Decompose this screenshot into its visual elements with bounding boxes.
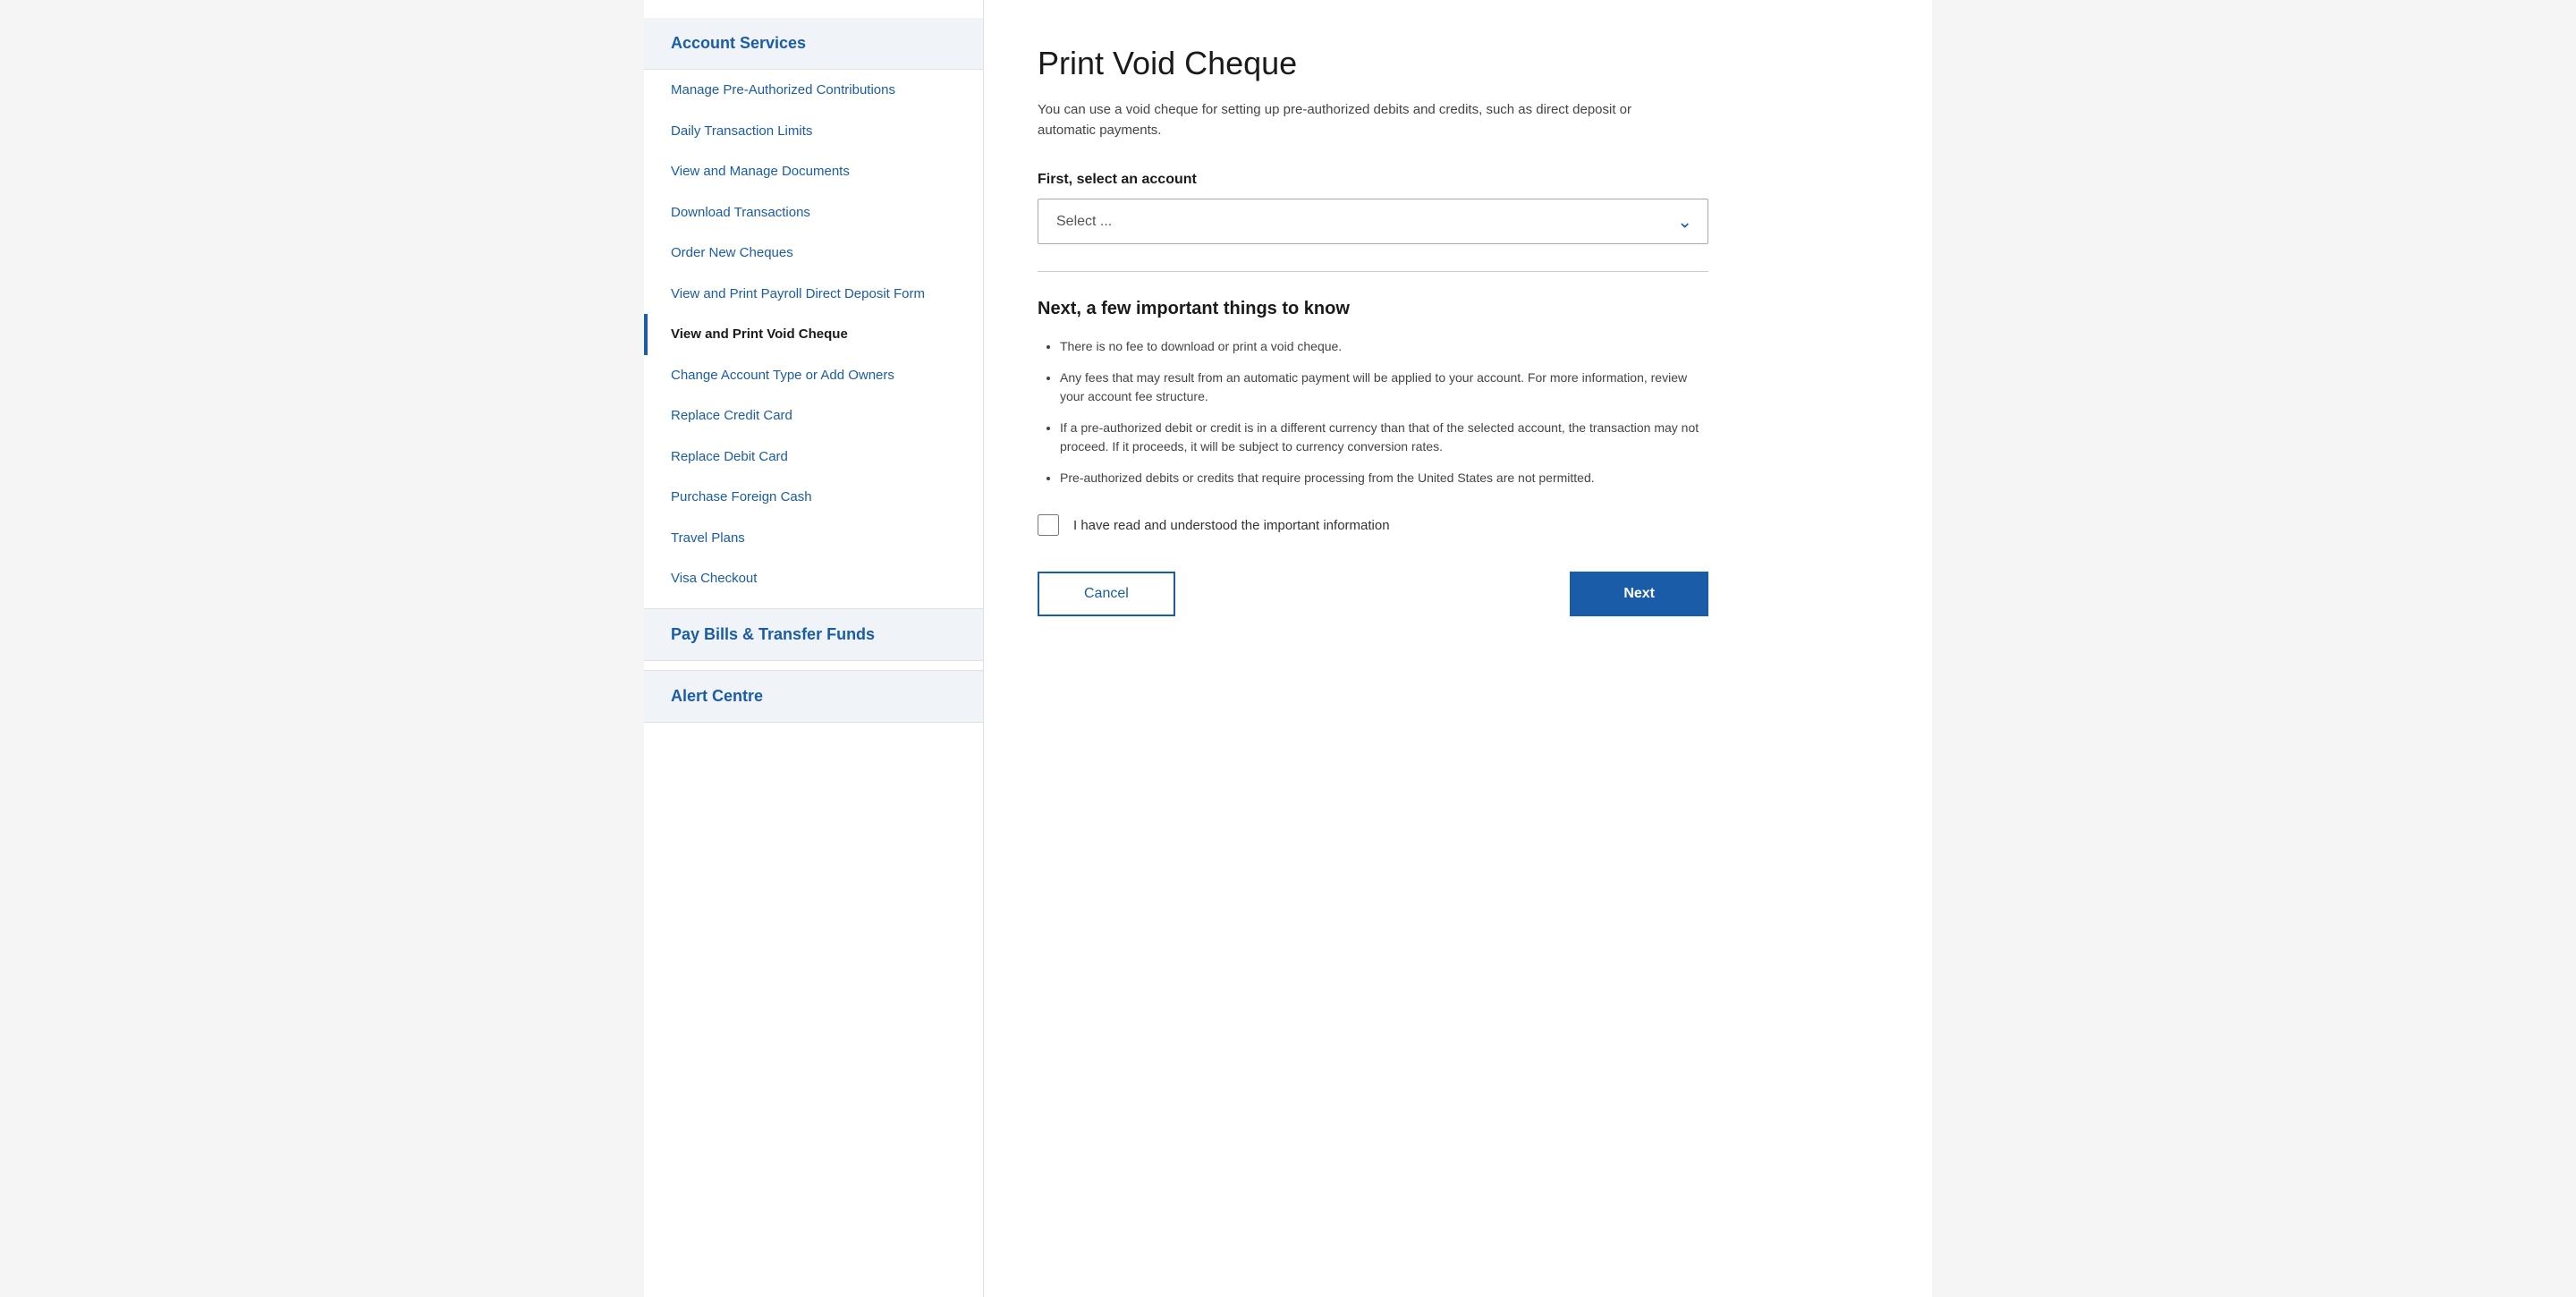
page-description: You can use a void cheque for setting up…	[1038, 100, 1664, 140]
sidebar-link-travel-plans[interactable]: Travel Plans	[644, 518, 983, 559]
bullet-list: There is no fee to download or print a v…	[1038, 337, 1708, 487]
sidebar-link-order-new-cheques[interactable]: Order New Cheques	[644, 233, 983, 274]
sidebar-nav: Manage Pre-Authorized ContributionsDaily…	[644, 70, 983, 599]
sidebar-item-daily-transaction-limits[interactable]: Daily Transaction Limits	[644, 111, 983, 152]
sidebar-link-visa-checkout[interactable]: Visa Checkout	[644, 558, 983, 599]
info-box-title: Next, a few important things to know	[1038, 299, 1708, 319]
sidebar-item-replace-credit-card[interactable]: Replace Credit Card	[644, 395, 983, 437]
sidebar-section2-title[interactable]: Pay Bills & Transfer Funds	[644, 608, 983, 661]
account-select[interactable]: Select ...	[1038, 199, 1708, 244]
sidebar-link-change-account-type[interactable]: Change Account Type or Add Owners	[644, 355, 983, 396]
account-section-label: First, select an account	[1038, 172, 1878, 188]
sidebar-item-view-print-payroll[interactable]: View and Print Payroll Direct Deposit Fo…	[644, 274, 983, 315]
bullet-item-1: Any fees that may result from an automat…	[1060, 369, 1708, 406]
sidebar-item-view-print-void-cheque[interactable]: View and Print Void Cheque	[644, 314, 983, 355]
info-box: Next, a few important things to know The…	[1038, 299, 1708, 487]
checkbox-row: I have read and understood the important…	[1038, 514, 1708, 536]
bullet-item-2: If a pre-authorized debit or credit is i…	[1060, 419, 1708, 456]
button-row: Cancel Next	[1038, 572, 1708, 616]
bullet-item-3: Pre-authorized debits or credits that re…	[1060, 469, 1708, 487]
sidebar-item-order-new-cheques[interactable]: Order New Cheques	[644, 233, 983, 274]
sidebar-item-change-account-type[interactable]: Change Account Type or Add Owners	[644, 355, 983, 396]
sidebar-link-replace-credit-card[interactable]: Replace Credit Card	[644, 395, 983, 437]
sidebar-item-view-manage-documents[interactable]: View and Manage Documents	[644, 151, 983, 192]
sidebar-item-visa-checkout[interactable]: Visa Checkout	[644, 558, 983, 599]
sidebar-item-download-transactions[interactable]: Download Transactions	[644, 192, 983, 233]
page-title: Print Void Cheque	[1038, 45, 1878, 82]
sidebar-item-travel-plans[interactable]: Travel Plans	[644, 518, 983, 559]
main-content: Print Void Cheque You can use a void che…	[984, 0, 1932, 1297]
sidebar: Account Services Manage Pre-Authorized C…	[644, 0, 984, 1297]
sidebar-link-manage-pre-authorized[interactable]: Manage Pre-Authorized Contributions	[644, 70, 983, 111]
sidebar-item-replace-debit-card[interactable]: Replace Debit Card	[644, 437, 983, 478]
next-button[interactable]: Next	[1570, 572, 1708, 616]
sidebar-section3-title[interactable]: Alert Centre	[644, 670, 983, 723]
sidebar-item-purchase-foreign-cash[interactable]: Purchase Foreign Cash	[644, 477, 983, 518]
cancel-button[interactable]: Cancel	[1038, 572, 1175, 616]
sidebar-link-view-print-void-cheque[interactable]: View and Print Void Cheque	[648, 314, 983, 355]
understood-checkbox[interactable]	[1038, 514, 1059, 536]
sidebar-section-title: Account Services	[644, 18, 983, 70]
sidebar-link-purchase-foreign-cash[interactable]: Purchase Foreign Cash	[644, 477, 983, 518]
bullet-item-0: There is no fee to download or print a v…	[1060, 337, 1708, 356]
sidebar-link-view-print-payroll[interactable]: View and Print Payroll Direct Deposit Fo…	[644, 274, 983, 315]
sidebar-item-manage-pre-authorized[interactable]: Manage Pre-Authorized Contributions	[644, 70, 983, 111]
sidebar-link-download-transactions[interactable]: Download Transactions	[644, 192, 983, 233]
page-layout: Account Services Manage Pre-Authorized C…	[644, 0, 1932, 1297]
section-divider	[1038, 271, 1708, 272]
sidebar-link-replace-debit-card[interactable]: Replace Debit Card	[644, 437, 983, 478]
sidebar-link-view-manage-documents[interactable]: View and Manage Documents	[644, 151, 983, 192]
sidebar-link-daily-transaction-limits[interactable]: Daily Transaction Limits	[644, 111, 983, 152]
account-select-wrapper: Select ... ⌄	[1038, 199, 1708, 244]
checkbox-label[interactable]: I have read and understood the important…	[1073, 518, 1390, 533]
